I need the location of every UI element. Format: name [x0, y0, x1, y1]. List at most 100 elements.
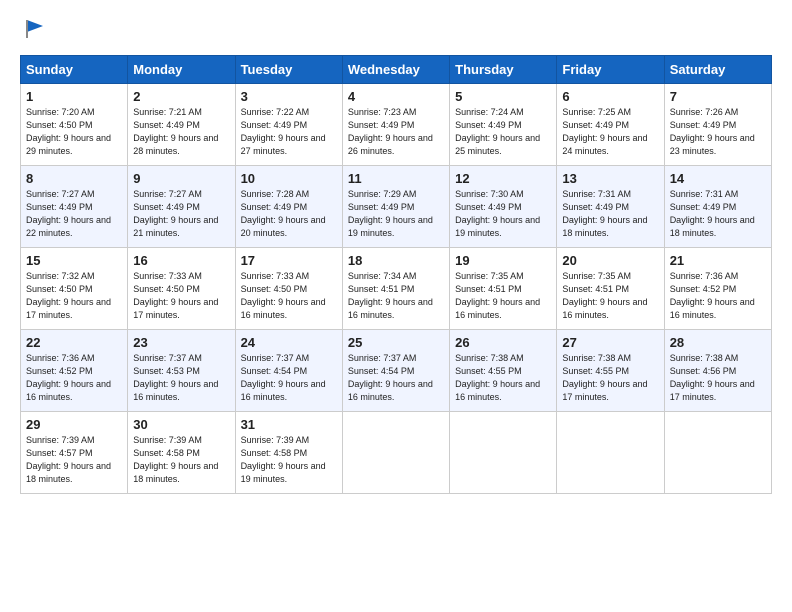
- day-number: 20: [562, 253, 658, 268]
- calendar-week-1: 1 Sunrise: 7:20 AMSunset: 4:50 PMDaylight…: [21, 84, 772, 166]
- day-number: 2: [133, 89, 229, 104]
- calendar-cell: [664, 412, 771, 494]
- day-number: 16: [133, 253, 229, 268]
- calendar-week-5: 29 Sunrise: 7:39 AMSunset: 4:57 PMDayligh…: [21, 412, 772, 494]
- day-info: Sunrise: 7:31 AMSunset: 4:49 PMDaylight:…: [670, 189, 755, 238]
- calendar-cell: [450, 412, 557, 494]
- day-info: Sunrise: 7:34 AMSunset: 4:51 PMDaylight:…: [348, 271, 433, 320]
- calendar-cell: 6Sunrise: 7:25 AMSunset: 4:49 PMDaylight…: [557, 84, 664, 166]
- day-number: 31: [241, 417, 337, 432]
- day-info: Sunrise: 7:28 AMSunset: 4:49 PMDaylight:…: [241, 189, 326, 238]
- day-info: Sunrise: 7:29 AMSunset: 4:49 PMDaylight:…: [348, 189, 433, 238]
- day-info: Sunrise: 7:23 AMSunset: 4:49 PMDaylight:…: [348, 107, 433, 156]
- day-number: 17: [241, 253, 337, 268]
- day-number: 28: [670, 335, 766, 350]
- day-info: Sunrise: 7:39 AMSunset: 4:58 PMDaylight:…: [241, 435, 326, 484]
- calendar-cell: 16 Sunrise: 7:33 AMSunset: 4:50 PMDayligh…: [128, 248, 235, 330]
- calendar-cell: 24 Sunrise: 7:37 AMSunset: 4:54 PMDayligh…: [235, 330, 342, 412]
- calendar-cell: 23Sunrise: 7:37 AMSunset: 4:53 PMDayligh…: [128, 330, 235, 412]
- calendar-cell: 1 Sunrise: 7:20 AMSunset: 4:50 PMDaylight…: [21, 84, 128, 166]
- day-number: 27: [562, 335, 658, 350]
- calendar-week-2: 8 Sunrise: 7:27 AMSunset: 4:49 PMDaylight…: [21, 166, 772, 248]
- calendar-cell: 31 Sunrise: 7:39 AMSunset: 4:58 PMDayligh…: [235, 412, 342, 494]
- day-number: 30: [133, 417, 229, 432]
- calendar-cell: 30 Sunrise: 7:39 AMSunset: 4:58 PMDayligh…: [128, 412, 235, 494]
- calendar-cell: 7Sunrise: 7:26 AMSunset: 4:49 PMDaylight…: [664, 84, 771, 166]
- day-number: 9: [133, 171, 229, 186]
- day-number: 29: [26, 417, 122, 432]
- day-info: Sunrise: 7:24 AMSunset: 4:49 PMDaylight:…: [455, 107, 540, 156]
- calendar-cell: 5 Sunrise: 7:24 AMSunset: 4:49 PMDaylight…: [450, 84, 557, 166]
- calendar-cell: 13Sunrise: 7:31 AMSunset: 4:49 PMDayligh…: [557, 166, 664, 248]
- calendar-cell: 25 Sunrise: 7:37 AMSunset: 4:54 PMDayligh…: [342, 330, 449, 412]
- day-info: Sunrise: 7:35 AMSunset: 4:51 PMDaylight:…: [562, 271, 647, 320]
- calendar-cell: 10 Sunrise: 7:28 AMSunset: 4:49 PMDayligh…: [235, 166, 342, 248]
- day-number: 25: [348, 335, 444, 350]
- logo: [20, 18, 45, 45]
- day-number: 26: [455, 335, 551, 350]
- calendar-cell: 15Sunrise: 7:32 AMSunset: 4:50 PMDayligh…: [21, 248, 128, 330]
- calendar-cell: 28 Sunrise: 7:38 AMSunset: 4:56 PMDayligh…: [664, 330, 771, 412]
- day-number: 22: [26, 335, 122, 350]
- day-info: Sunrise: 7:36 AMSunset: 4:52 PMDaylight:…: [670, 271, 755, 320]
- calendar-cell: 22 Sunrise: 7:36 AMSunset: 4:52 PMDayligh…: [21, 330, 128, 412]
- col-header-thursday: Thursday: [450, 56, 557, 84]
- day-info: Sunrise: 7:27 AMSunset: 4:49 PMDaylight:…: [133, 189, 218, 238]
- calendar-table: SundayMondayTuesdayWednesdayThursdayFrid…: [20, 55, 772, 494]
- day-number: 10: [241, 171, 337, 186]
- day-info: Sunrise: 7:37 AMSunset: 4:53 PMDaylight:…: [133, 353, 218, 402]
- day-info: Sunrise: 7:37 AMSunset: 4:54 PMDaylight:…: [241, 353, 326, 402]
- calendar-cell: 18 Sunrise: 7:34 AMSunset: 4:51 PMDayligh…: [342, 248, 449, 330]
- day-info: Sunrise: 7:39 AMSunset: 4:57 PMDaylight:…: [26, 435, 111, 484]
- calendar-cell: 26 Sunrise: 7:38 AMSunset: 4:55 PMDayligh…: [450, 330, 557, 412]
- day-number: 14: [670, 171, 766, 186]
- day-info: Sunrise: 7:22 AMSunset: 4:49 PMDaylight:…: [241, 107, 326, 156]
- day-number: 1: [26, 89, 122, 104]
- day-info: Sunrise: 7:30 AMSunset: 4:49 PMDaylight:…: [455, 189, 540, 238]
- day-number: 15: [26, 253, 122, 268]
- calendar-cell: 8 Sunrise: 7:27 AMSunset: 4:49 PMDaylight…: [21, 166, 128, 248]
- calendar-cell: 4 Sunrise: 7:23 AMSunset: 4:49 PMDaylight…: [342, 84, 449, 166]
- day-info: Sunrise: 7:38 AMSunset: 4:55 PMDaylight:…: [455, 353, 540, 402]
- day-info: Sunrise: 7:36 AMSunset: 4:52 PMDaylight:…: [26, 353, 111, 402]
- day-info: Sunrise: 7:27 AMSunset: 4:49 PMDaylight:…: [26, 189, 111, 238]
- header: [20, 18, 772, 45]
- day-number: 18: [348, 253, 444, 268]
- day-info: Sunrise: 7:31 AMSunset: 4:49 PMDaylight:…: [562, 189, 647, 238]
- logo-flag-icon: [23, 18, 45, 40]
- day-info: Sunrise: 7:33 AMSunset: 4:50 PMDaylight:…: [133, 271, 218, 320]
- calendar-week-4: 22 Sunrise: 7:36 AMSunset: 4:52 PMDayligh…: [21, 330, 772, 412]
- day-info: Sunrise: 7:20 AMSunset: 4:50 PMDaylight:…: [26, 107, 111, 156]
- day-info: Sunrise: 7:38 AMSunset: 4:56 PMDaylight:…: [670, 353, 755, 402]
- calendar-cell: 9 Sunrise: 7:27 AMSunset: 4:49 PMDaylight…: [128, 166, 235, 248]
- day-number: 24: [241, 335, 337, 350]
- calendar-cell: [342, 412, 449, 494]
- calendar-cell: 20 Sunrise: 7:35 AMSunset: 4:51 PMDayligh…: [557, 248, 664, 330]
- col-header-monday: Monday: [128, 56, 235, 84]
- calendar-week-3: 15Sunrise: 7:32 AMSunset: 4:50 PMDayligh…: [21, 248, 772, 330]
- day-info: Sunrise: 7:33 AMSunset: 4:50 PMDaylight:…: [241, 271, 326, 320]
- day-number: 5: [455, 89, 551, 104]
- calendar-cell: 17 Sunrise: 7:33 AMSunset: 4:50 PMDayligh…: [235, 248, 342, 330]
- col-header-friday: Friday: [557, 56, 664, 84]
- day-number: 3: [241, 89, 337, 104]
- day-number: 12: [455, 171, 551, 186]
- day-number: 19: [455, 253, 551, 268]
- calendar-cell: 12 Sunrise: 7:30 AMSunset: 4:49 PMDayligh…: [450, 166, 557, 248]
- calendar-cell: 29 Sunrise: 7:39 AMSunset: 4:57 PMDayligh…: [21, 412, 128, 494]
- day-number: 21: [670, 253, 766, 268]
- col-header-wednesday: Wednesday: [342, 56, 449, 84]
- day-number: 4: [348, 89, 444, 104]
- col-header-tuesday: Tuesday: [235, 56, 342, 84]
- day-info: Sunrise: 7:39 AMSunset: 4:58 PMDaylight:…: [133, 435, 218, 484]
- day-number: 8: [26, 171, 122, 186]
- day-info: Sunrise: 7:38 AMSunset: 4:55 PMDaylight:…: [562, 353, 647, 402]
- day-info: Sunrise: 7:37 AMSunset: 4:54 PMDaylight:…: [348, 353, 433, 402]
- day-info: Sunrise: 7:21 AMSunset: 4:49 PMDaylight:…: [133, 107, 218, 156]
- day-info: Sunrise: 7:26 AMSunset: 4:49 PMDaylight:…: [670, 107, 755, 156]
- page: SundayMondayTuesdayWednesdayThursdayFrid…: [0, 0, 792, 504]
- calendar-cell: 19Sunrise: 7:35 AMSunset: 4:51 PMDayligh…: [450, 248, 557, 330]
- day-info: Sunrise: 7:25 AMSunset: 4:49 PMDaylight:…: [562, 107, 647, 156]
- calendar-cell: 14 Sunrise: 7:31 AMSunset: 4:49 PMDayligh…: [664, 166, 771, 248]
- calendar-cell: 11Sunrise: 7:29 AMSunset: 4:49 PMDayligh…: [342, 166, 449, 248]
